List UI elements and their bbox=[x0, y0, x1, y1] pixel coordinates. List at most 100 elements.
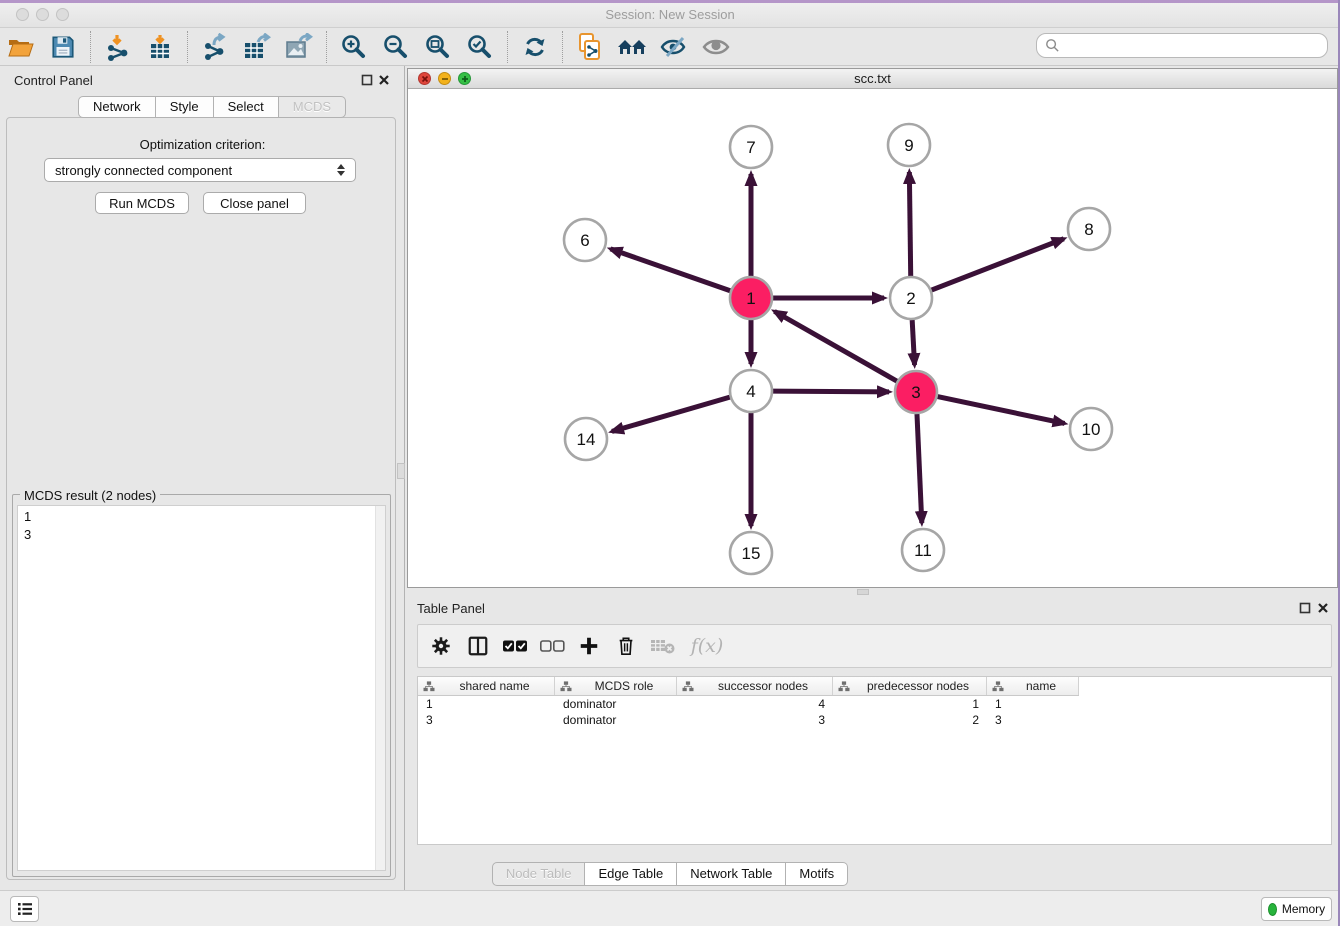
node-table[interactable]: shared nameMCDS rolesuccessor nodesprede… bbox=[417, 676, 1332, 845]
tab-network-table[interactable]: Network Table bbox=[677, 862, 786, 886]
table-cell[interactable]: 1 bbox=[987, 697, 1079, 711]
table-cell[interactable]: 3 bbox=[677, 713, 833, 727]
deselect-all-icon[interactable] bbox=[537, 631, 567, 661]
float-panel-icon[interactable] bbox=[361, 74, 373, 86]
criterion-dropdown[interactable]: strongly connected component bbox=[44, 158, 356, 182]
graph-node-15[interactable]: 15 bbox=[730, 532, 772, 574]
show-all-icon[interactable] bbox=[699, 31, 733, 63]
memory-button[interactable]: Memory bbox=[1261, 897, 1332, 921]
table-settings-icon[interactable] bbox=[426, 631, 456, 661]
hide-selection-icon[interactable] bbox=[657, 31, 691, 63]
table-cell[interactable]: 3 bbox=[987, 713, 1079, 727]
column-header-successor-nodes[interactable]: successor nodes bbox=[677, 677, 833, 695]
select-all-icon[interactable] bbox=[500, 631, 530, 661]
graph-node-9[interactable]: 9 bbox=[888, 124, 930, 166]
graph-node-1[interactable]: 1 bbox=[730, 277, 772, 319]
zoom-in-icon[interactable] bbox=[337, 31, 371, 63]
column-header-MCDS-role[interactable]: MCDS role bbox=[555, 677, 677, 695]
add-row-icon[interactable] bbox=[574, 631, 604, 661]
column-header-predecessor-nodes[interactable]: predecessor nodes bbox=[833, 677, 987, 695]
first-neighbors-icon[interactable] bbox=[615, 31, 649, 63]
close-panel-icon[interactable] bbox=[378, 74, 390, 86]
graph-node-7[interactable]: 7 bbox=[730, 126, 772, 168]
graph-edge-2-3[interactable] bbox=[912, 320, 914, 365]
toolbar-separator bbox=[326, 31, 327, 63]
apply-function-icon: f(x) bbox=[685, 631, 729, 661]
graph-edge-4-3[interactable] bbox=[773, 391, 889, 392]
mcds-result-list[interactable]: 13 bbox=[17, 505, 386, 871]
import-table-icon[interactable] bbox=[143, 31, 177, 63]
table-panel-tabs: Node Table Edge Table Network Table Moti… bbox=[0, 862, 1340, 886]
table-cell[interactable]: 1 bbox=[833, 697, 987, 711]
zoom-selected-icon[interactable] bbox=[463, 31, 497, 63]
export-image-icon[interactable] bbox=[282, 31, 316, 63]
graph-edge-3-10[interactable] bbox=[938, 397, 1065, 424]
table-row[interactable]: 1dominator411 bbox=[418, 696, 1331, 712]
show-columns-icon[interactable] bbox=[463, 631, 493, 661]
run-mcds-button[interactable]: Run MCDS bbox=[95, 192, 189, 214]
graph-edge-4-14[interactable] bbox=[612, 397, 730, 431]
result-scrollbar[interactable] bbox=[375, 506, 385, 870]
tab-mcds[interactable]: MCDS bbox=[279, 96, 346, 118]
graph-edge-2-9[interactable] bbox=[909, 172, 910, 276]
graph-edge-3-11[interactable] bbox=[917, 414, 922, 523]
search-input[interactable] bbox=[1060, 38, 1310, 53]
export-table-icon[interactable] bbox=[240, 31, 274, 63]
network-from-selection-icon[interactable] bbox=[573, 31, 607, 63]
float-table-panel-icon[interactable] bbox=[1299, 602, 1311, 614]
network-minimize-button[interactable] bbox=[438, 72, 451, 85]
close-panel-button[interactable]: Close panel bbox=[203, 192, 306, 214]
column-header-name[interactable]: name bbox=[987, 677, 1079, 695]
graph-node-6[interactable]: 6 bbox=[564, 219, 606, 261]
import-network-icon[interactable] bbox=[101, 31, 135, 63]
table-cell[interactable]: 3 bbox=[418, 713, 555, 727]
tab-edge-table[interactable]: Edge Table bbox=[585, 862, 677, 886]
graph-node-3[interactable]: 3 bbox=[895, 371, 937, 413]
network-graph[interactable]: 7 9 6 8 1 2 4 3 14 10 15 11 bbox=[408, 89, 1337, 587]
table-cell[interactable]: dominator bbox=[555, 713, 677, 727]
toolbar-separator bbox=[562, 31, 563, 63]
graph-edge-2-8[interactable] bbox=[932, 239, 1064, 290]
network-window-titlebar[interactable]: scc.txt bbox=[408, 69, 1337, 89]
table-row[interactable]: 3dominator323 bbox=[418, 712, 1331, 728]
toolbar-separator bbox=[187, 31, 188, 63]
task-history-button[interactable] bbox=[10, 896, 39, 922]
tab-motifs[interactable]: Motifs bbox=[786, 862, 848, 886]
table-cell[interactable]: 4 bbox=[677, 697, 833, 711]
network-close-button[interactable] bbox=[418, 72, 431, 85]
memory-status-icon bbox=[1268, 903, 1277, 916]
search-box[interactable] bbox=[1036, 33, 1328, 58]
control-panel-header: Control Panel bbox=[0, 72, 405, 92]
table-cell[interactable]: 2 bbox=[833, 713, 987, 727]
close-table-panel-icon[interactable] bbox=[1317, 602, 1329, 614]
column-header-shared-name[interactable]: shared name bbox=[418, 677, 555, 695]
save-icon[interactable] bbox=[46, 31, 80, 63]
graph-edge-3-1[interactable] bbox=[774, 311, 896, 381]
tab-node-table[interactable]: Node Table bbox=[492, 862, 586, 886]
refresh-icon[interactable] bbox=[518, 31, 552, 63]
tab-style[interactable]: Style bbox=[156, 96, 214, 118]
horizontal-splitter-grip[interactable] bbox=[857, 589, 869, 595]
graph-node-10[interactable]: 10 bbox=[1070, 408, 1112, 450]
vertical-splitter-grip[interactable] bbox=[397, 463, 405, 479]
table-cell[interactable]: 1 bbox=[418, 697, 555, 711]
network-maximize-button[interactable] bbox=[458, 72, 471, 85]
graph-node-14[interactable]: 14 bbox=[565, 418, 607, 460]
zoom-out-icon[interactable] bbox=[379, 31, 413, 63]
graph-edge-1-6[interactable] bbox=[610, 249, 730, 291]
svg-text:6: 6 bbox=[580, 231, 589, 250]
window-minimize-button[interactable] bbox=[36, 8, 49, 21]
delete-row-icon[interactable] bbox=[611, 631, 641, 661]
zoom-fit-icon[interactable] bbox=[421, 31, 455, 63]
graph-node-2[interactable]: 2 bbox=[890, 277, 932, 319]
graph-node-11[interactable]: 11 bbox=[902, 529, 944, 571]
window-close-button[interactable] bbox=[16, 8, 29, 21]
graph-node-4[interactable]: 4 bbox=[730, 370, 772, 412]
table-cell[interactable]: dominator bbox=[555, 697, 677, 711]
window-zoom-button[interactable] bbox=[56, 8, 69, 21]
tab-select[interactable]: Select bbox=[214, 96, 279, 118]
graph-node-8[interactable]: 8 bbox=[1068, 208, 1110, 250]
open-folder-icon[interactable] bbox=[4, 31, 38, 63]
export-network-icon[interactable] bbox=[198, 31, 232, 63]
tab-network[interactable]: Network bbox=[78, 96, 156, 118]
